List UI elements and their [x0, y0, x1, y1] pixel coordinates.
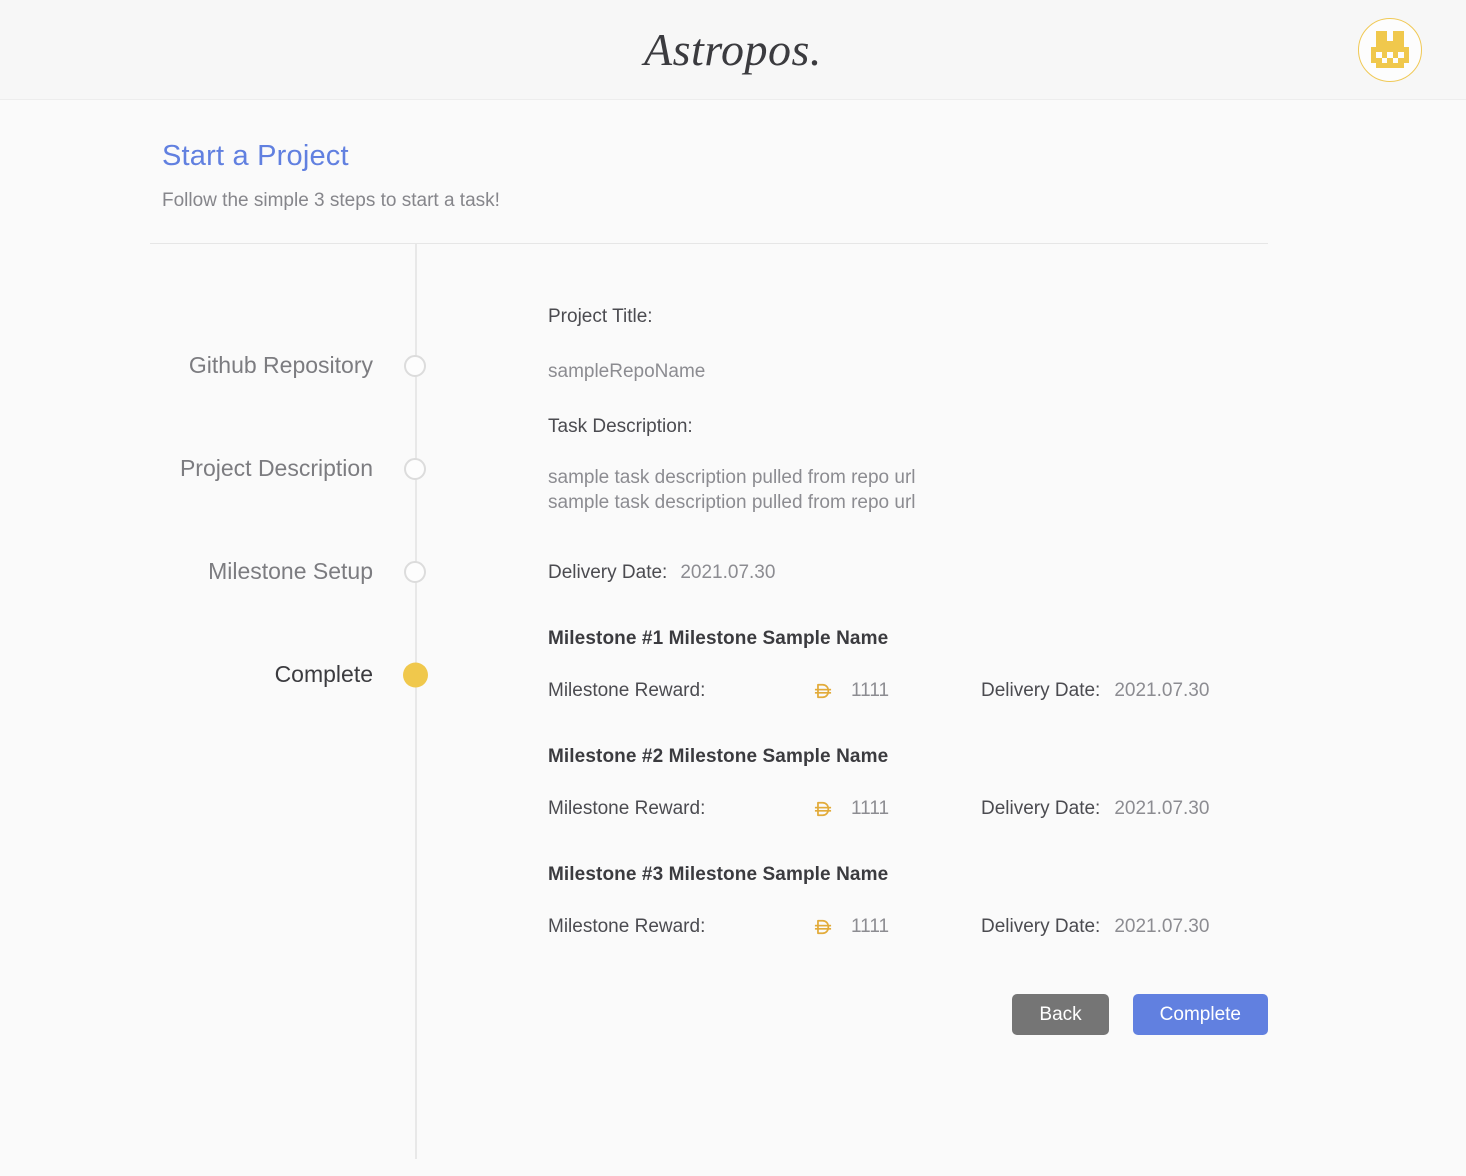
milestone-title: Milestone #3 Milestone Sample Name: [548, 863, 889, 885]
page-heading-group: Start a Project Follow the simple 3 step…: [0, 100, 1466, 212]
milestone-delivery-date-label: Delivery Date:: [981, 679, 1101, 701]
wizard-container: Github Repository Project Description Mi…: [0, 244, 1466, 1159]
task-description-line: sample task description pulled from repo…: [548, 467, 916, 488]
form-actions: Back Complete: [548, 993, 1466, 1035]
milestone-detail-row: Milestone Reward: 1111 Delivery Date: 20…: [548, 680, 1466, 702]
milestone-item: Milestone #1 Milestone Sample Name Miles…: [548, 628, 1466, 702]
milestone-reward-label: Milestone Reward:: [548, 915, 706, 937]
page-body: Start a Project Follow the simple 3 step…: [0, 100, 1466, 1159]
identicon-avatar-icon: [1371, 30, 1409, 69]
step-project-description[interactable]: Project Description: [0, 417, 426, 520]
milestone-item: Milestone #2 Milestone Sample Name Miles…: [548, 746, 1466, 820]
project-summary: Project Title: sampleRepoName Task Descr…: [415, 244, 1466, 1035]
avatar[interactable]: [1358, 17, 1422, 82]
app-header: Astropos.: [0, 0, 1466, 100]
milestone-reward-label: Milestone Reward:: [548, 797, 706, 819]
milestone-reward-amount: 1111: [851, 797, 890, 819]
milestone-reward-label: Milestone Reward:: [548, 679, 706, 701]
milestone-delivery-date-label: Delivery Date:: [981, 915, 1101, 937]
step-complete[interactable]: Complete: [0, 623, 428, 726]
dai-coin-icon: [810, 680, 836, 702]
milestone-title: Milestone #2 Milestone Sample Name: [548, 745, 889, 767]
task-description-value: sample task description pulled from repo…: [548, 465, 1466, 516]
milestone-delivery-date-label: Delivery Date:: [981, 797, 1101, 819]
milestone-delivery-date-value: 2021.07.30: [1114, 915, 1210, 937]
milestone-delivery-date-value: 2021.07.30: [1114, 679, 1210, 701]
dai-coin-icon: [810, 798, 836, 820]
milestone-item: Milestone #3 Milestone Sample Name Miles…: [548, 864, 1466, 938]
dai-coin-icon: [810, 916, 836, 938]
project-delivery-date-label: Delivery Date:: [548, 561, 668, 583]
step-marker-icon: [404, 354, 426, 377]
stepper-rail: [415, 244, 417, 1159]
milestone-detail-row: Milestone Reward: 1111 Delivery Date: 20…: [548, 798, 1466, 820]
step-milestone-setup[interactable]: Milestone Setup: [0, 520, 426, 623]
project-title-value: sampleRepoName: [548, 361, 706, 382]
step-github-repository[interactable]: Github Repository: [0, 314, 426, 417]
task-description-line: sample task description pulled from repo…: [548, 492, 916, 514]
milestone-reward-amount: 1111: [851, 679, 890, 701]
step-label: Complete: [274, 661, 373, 687]
step-label: Project Description: [179, 455, 373, 481]
project-delivery-date: Delivery Date: 2021.07.30: [548, 562, 1466, 584]
page-subtitle: Follow the simple 3 steps to start a tas…: [162, 190, 500, 211]
step-marker-active-icon: [403, 662, 428, 687]
milestone-detail-row: Milestone Reward: 1111 Delivery Date: 20…: [548, 916, 1466, 938]
milestone-reward-amount: 1111: [851, 915, 890, 937]
complete-button[interactable]: Complete: [1132, 993, 1268, 1035]
back-button[interactable]: Back: [1012, 993, 1109, 1035]
step-label: Github Repository: [188, 352, 373, 378]
brand-logo[interactable]: Astropos.: [644, 26, 822, 73]
stepper: Github Repository Project Description Mi…: [0, 244, 428, 726]
step-label: Milestone Setup: [208, 558, 373, 584]
project-delivery-date-value: 2021.07.30: [680, 561, 776, 583]
milestone-delivery-date-value: 2021.07.30: [1114, 797, 1210, 819]
milestone-title: Milestone #1 Milestone Sample Name: [548, 627, 889, 649]
step-marker-icon: [404, 457, 426, 480]
project-title-label: Project Title:: [548, 306, 653, 327]
page-title: Start a Project: [162, 140, 349, 172]
task-description-label: Task Description:: [548, 416, 693, 437]
step-marker-icon: [404, 560, 426, 583]
